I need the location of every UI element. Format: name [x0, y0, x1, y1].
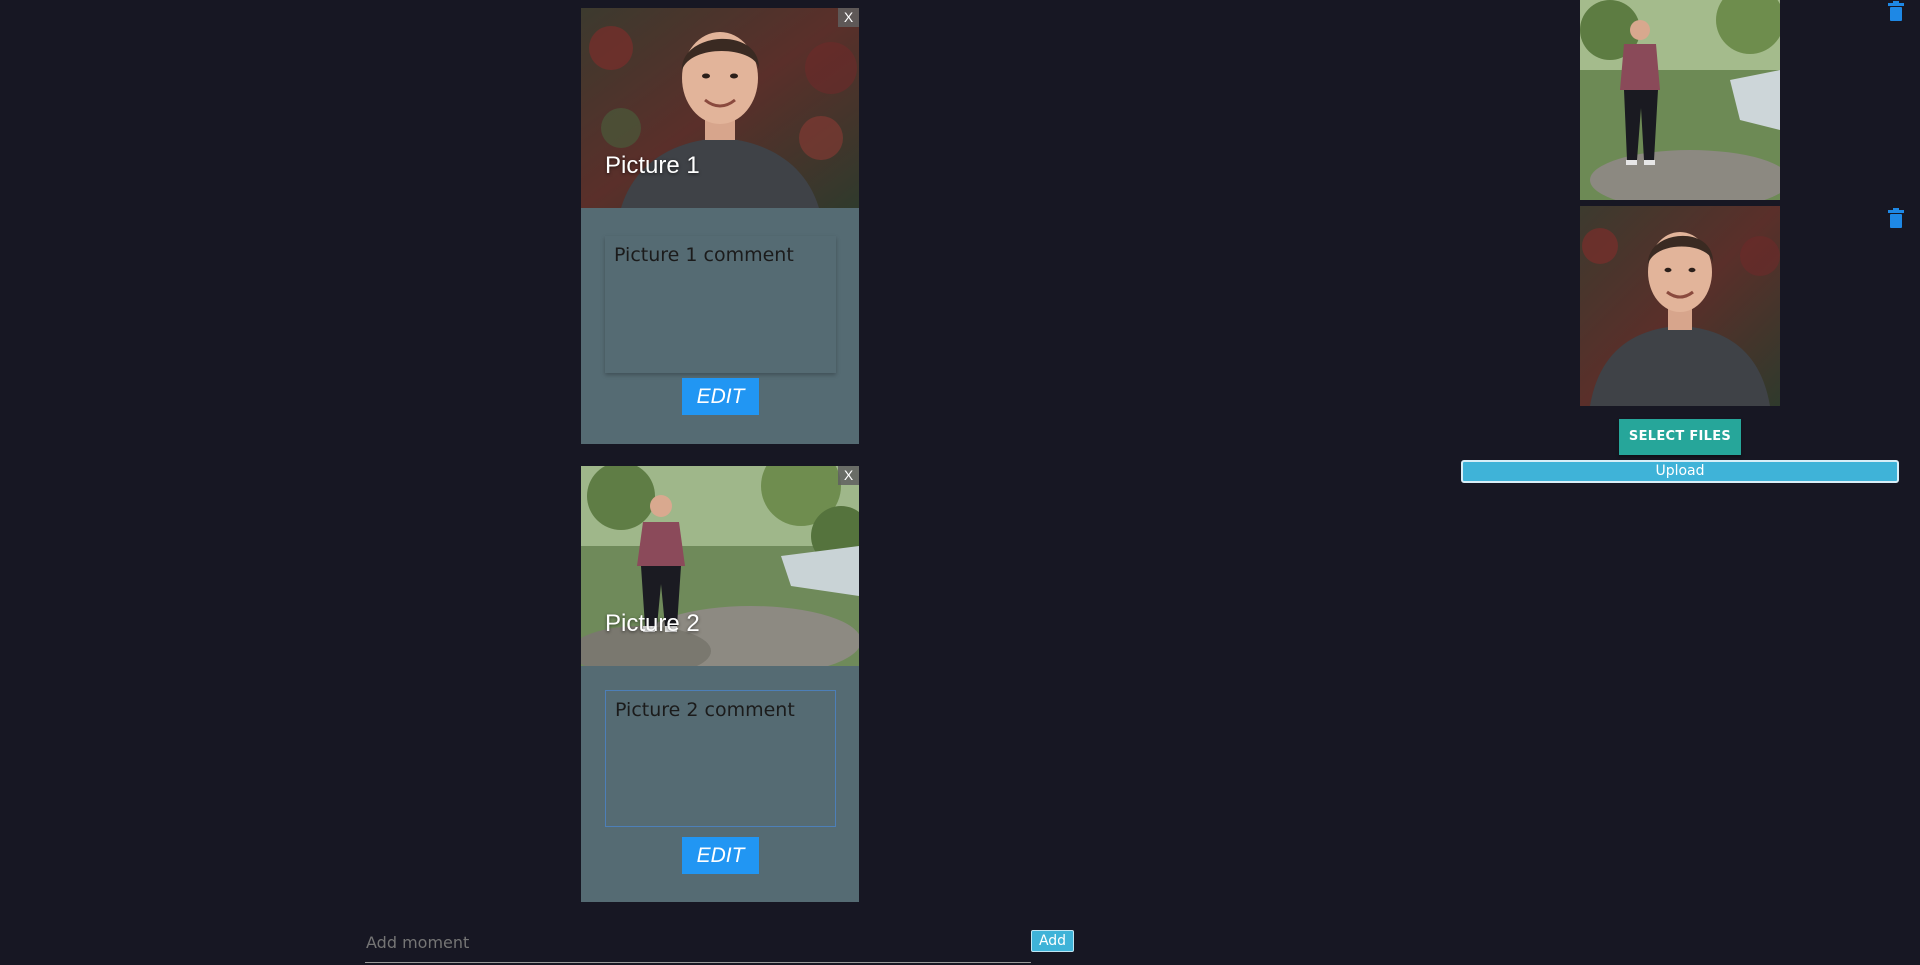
moment-image: Picture 2 X: [581, 466, 859, 666]
edit-button[interactable]: EDIT: [682, 378, 759, 415]
add-moment-input[interactable]: [365, 925, 1031, 963]
portrait-photo: [1580, 206, 1780, 406]
moment-title: Picture 1: [605, 152, 700, 179]
moment-card: Picture 1 X Picture 1 comment EDIT: [581, 8, 859, 444]
uploaded-thumbnail: [1580, 206, 1780, 406]
uploaded-thumbnail: [1580, 0, 1780, 200]
trash-icon[interactable]: [1888, 1, 1904, 21]
moment-image: Picture 1 X: [581, 8, 859, 208]
close-button[interactable]: X: [838, 466, 859, 485]
moment-card: Picture 2 X Picture 2 comment EDIT: [581, 466, 859, 902]
moment-title: Picture 2: [605, 610, 700, 637]
upload-button[interactable]: Upload: [1461, 460, 1899, 483]
trash-icon[interactable]: [1888, 208, 1904, 228]
edit-button[interactable]: EDIT: [682, 837, 759, 874]
select-files-button[interactable]: SELECT FILES: [1619, 419, 1741, 455]
outdoor-photo: [1580, 0, 1780, 200]
add-button[interactable]: Add: [1031, 930, 1074, 952]
close-button[interactable]: X: [838, 8, 859, 27]
moment-comment[interactable]: Picture 1 comment: [605, 236, 836, 373]
moment-comment[interactable]: Picture 2 comment: [605, 690, 836, 827]
